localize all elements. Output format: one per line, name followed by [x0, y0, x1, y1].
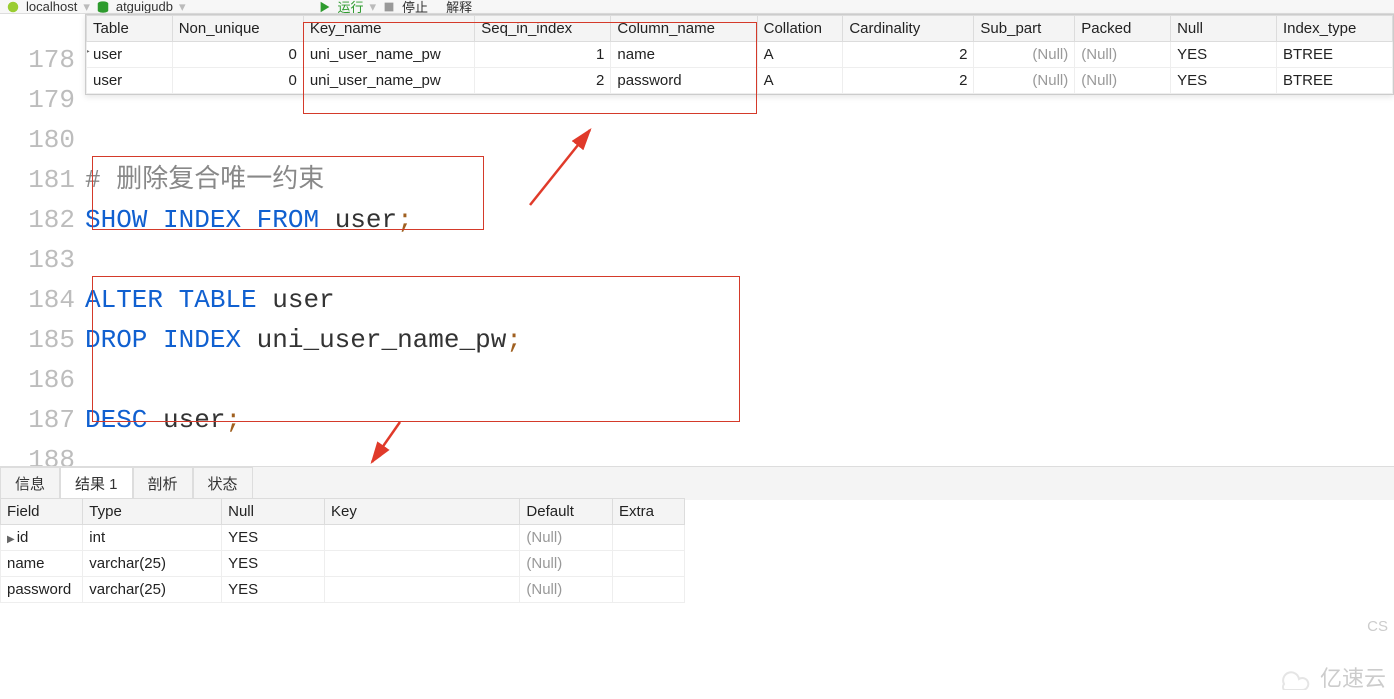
connection-toolbar: localhost ▾ atguigudb ▾ 运行 ▾ 停止 解释 — [0, 0, 1394, 14]
desc-table[interactable]: Field Type Null Key Default Extra ▶id in… — [0, 498, 685, 603]
table-header-row: Field Type Null Key Default Extra — [1, 499, 685, 525]
host-label[interactable]: localhost — [26, 0, 77, 14]
table-row[interactable]: passwordvarchar(25) YES (Null) — [1, 577, 685, 603]
table-row[interactable]: ▶user 0 uni_user_name_pw 1 name A 2 (Nul… — [87, 42, 1393, 68]
table-row[interactable]: user 0 uni_user_name_pw 2 password A 2 (… — [87, 68, 1393, 94]
run-icon[interactable] — [318, 0, 332, 14]
explain-button[interactable]: 解释 — [446, 0, 472, 14]
tab-status[interactable]: 状态 — [193, 467, 253, 500]
connection-icon — [6, 0, 20, 14]
run-button[interactable]: 运行 — [338, 0, 364, 14]
table-row[interactable]: ▶id intYES (Null) — [1, 525, 685, 551]
tab-profile[interactable]: 剖析 — [133, 467, 193, 500]
table-header-row: TableNon_unique Key_nameSeq_in_index Col… — [87, 16, 1393, 42]
index-table[interactable]: TableNon_unique Key_nameSeq_in_index Col… — [86, 15, 1393, 94]
row-marker-icon: ▶ — [87, 46, 90, 57]
desc-result-panel: Field Type Null Key Default Extra ▶id in… — [0, 498, 685, 603]
database-icon — [96, 0, 110, 14]
index-result-panel: TableNon_unique Key_nameSeq_in_index Col… — [85, 14, 1394, 95]
stop-icon[interactable] — [382, 0, 396, 14]
cs-label: CS — [1367, 618, 1388, 635]
result-tabs: 信息 结果 1 剖析 状态 — [0, 466, 1394, 500]
stop-button[interactable]: 停止 — [402, 0, 428, 14]
tab-result1[interactable]: 结果 1 — [60, 467, 133, 500]
database-label[interactable]: atguigudb — [116, 0, 173, 14]
cloud-icon — [1272, 664, 1314, 690]
row-marker-icon: ▶ — [7, 534, 17, 545]
watermark: 亿速云 — [1272, 661, 1386, 693]
table-row[interactable]: namevarchar(25) YES (Null) — [1, 551, 685, 577]
tab-info[interactable]: 信息 — [0, 467, 60, 500]
